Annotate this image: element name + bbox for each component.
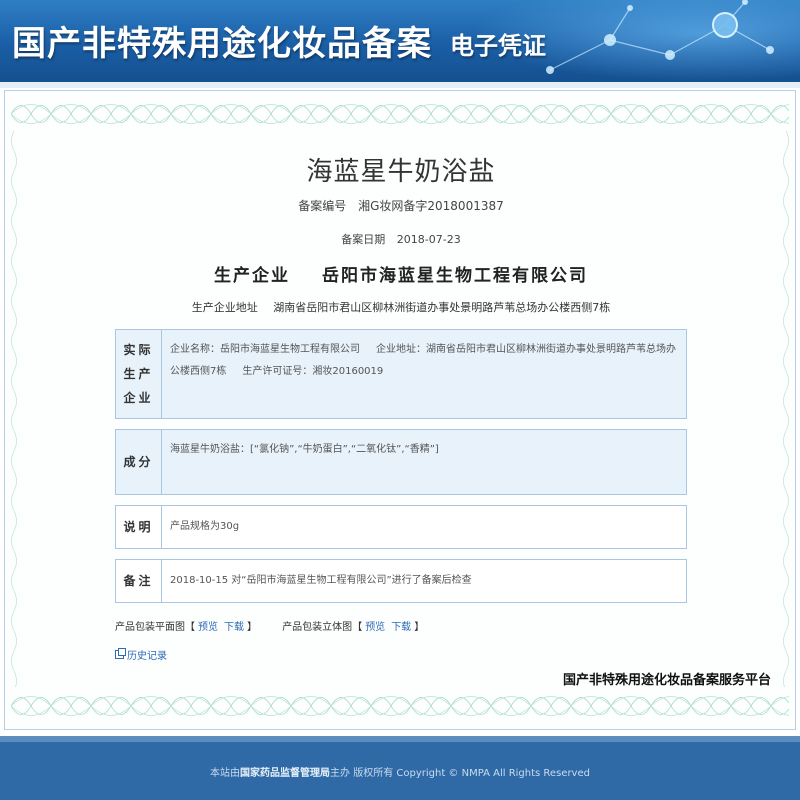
description-content: 产品规格为30g — [170, 521, 240, 532]
manufacturer-address-label: 生产企业地址 — [191, 301, 258, 314]
actual-manufacturer-box: 实际生产企业 企业名称：岳阳市海蓝星生物工程有限公司 企业地址：湖南省岳阳市君山区… — [115, 329, 687, 419]
description-box: 说明 产品规格为30g — [115, 505, 687, 549]
manufacturer-address-line: 生产企业地址 湖南省岳阳市君山区柳林洲街道办事处景明路芦苇总场办公楼西侧7栋 — [5, 299, 797, 315]
ingredients-box: 成分 海蓝星牛奶浴盐：[“氯化钠”,“牛奶蛋白”,“二氧化钛”,“香精”] — [115, 429, 687, 495]
actual-manufacturer-content: 企业名称：岳阳市海蓝星生物工程有限公司 企业地址：湖南省岳阳市君山区柳林洲街道办事… — [162, 330, 686, 418]
banner-title: 国产非特殊用途化妆品备案 — [12, 24, 432, 64]
bracket-close: 】 — [247, 622, 257, 633]
history-label: 历史记录 — [127, 651, 167, 662]
remarks-box: 备注 2018-10-15 对“岳阳市海蓝星生物工程有限公司”进行了备案后检查 — [115, 559, 687, 603]
flat-preview-link[interactable]: 预览 — [198, 622, 218, 633]
description-label: 说明 — [116, 506, 162, 548]
registration-number-line: 备案编号 湘G妆网备字2018001387 — [5, 197, 797, 214]
solid-package-group: 产品包装立体图【 预览 下载】 — [282, 622, 424, 633]
bracket-open: 【 — [352, 622, 363, 633]
platform-name: 国产非特殊用途化妆品备案服务平台 — [562, 673, 771, 688]
actual-manufacturer-label-text: 实际生产企业 — [123, 343, 154, 405]
footer: 本站由 国家药品监督管理局 主办 版权所有 Copyright © NMPA All… — [0, 742, 800, 800]
product-name: 海蓝星牛奶浴盐 — [306, 157, 496, 187]
registration-date-label: 备案日期 — [341, 233, 386, 246]
solid-download-link[interactable]: 下载 — [391, 622, 411, 633]
certificate-frame: 海蓝星牛奶浴盐 备案编号 湘G妆网备字2018001387 备案日期 2018-… — [4, 90, 796, 730]
history-window-icon — [115, 648, 126, 659]
registration-date-line: 备案日期 2018-07-23 — [5, 231, 797, 247]
flat-package-label: 产品包装平面图 — [115, 622, 185, 633]
ingredients-label: 成分 — [116, 430, 162, 494]
header-banner: 国产非特殊用途化妆品备案 电子凭证 — [0, 0, 800, 82]
actual-manufacturer-label: 实际生产企业 — [116, 330, 162, 418]
actual-manufacturer-name: 企业名称：岳阳市海蓝星生物工程有限公司 — [170, 344, 360, 355]
ingredients-content: 海蓝星牛奶浴盐：[“氯化钠”,“牛奶蛋白”,“二氧化钛”,“香精”] — [170, 444, 439, 455]
footer-organization: 国家药品监督管理局 — [240, 767, 331, 779]
manufacturer-label: 生产企业 — [214, 266, 291, 286]
solid-preview-link[interactable]: 预览 — [365, 622, 385, 633]
guilloche-border-bottom — [11, 696, 789, 716]
guilloche-border-top — [11, 104, 789, 124]
production-license-number: 生产许可证号：湘妆20160019 — [242, 366, 384, 377]
history-link[interactable]: 历史记录 — [115, 647, 167, 662]
flat-download-link[interactable]: 下载 — [224, 622, 244, 633]
remarks-content: 2018-10-15 对“岳阳市海蓝星生物工程有限公司”进行了备案后检查 — [170, 575, 472, 586]
footer-copyright: 主办 版权所有 Copyright © NMPA All Rights Rese… — [330, 767, 590, 779]
guilloche-border-right — [783, 131, 789, 687]
remarks-label: 备注 — [116, 560, 162, 602]
manufacturer-line: 生产企业 岳阳市海蓝星生物工程有限公司 — [5, 261, 797, 286]
banner-subtitle: 电子凭证 — [450, 31, 546, 60]
flat-package-group: 产品包装平面图【 预览 下载】 — [115, 622, 260, 633]
bracket-open: 【 — [185, 622, 195, 633]
manufacturer-value: 岳阳市海蓝星生物工程有限公司 — [321, 266, 588, 286]
footer-prefix: 本站由 — [210, 767, 241, 779]
registration-number-value: 湘G妆网备字2018001387 — [358, 199, 504, 213]
package-image-links: 产品包装平面图【 预览 下载】 产品包装立体图【 预览 下载】 — [115, 618, 424, 633]
registration-number-label: 备案编号 — [298, 199, 347, 213]
solid-package-label: 产品包装立体图 — [282, 622, 353, 633]
banner-divider — [0, 82, 800, 88]
manufacturer-address-value: 湖南省岳阳市君山区柳林洲街道办事处景明路芦苇总场办公楼西侧7栋 — [273, 301, 611, 314]
guilloche-border-left — [11, 131, 17, 687]
bracket-close: 】 — [414, 622, 425, 633]
registration-date-value: 2018-07-23 — [396, 233, 461, 246]
